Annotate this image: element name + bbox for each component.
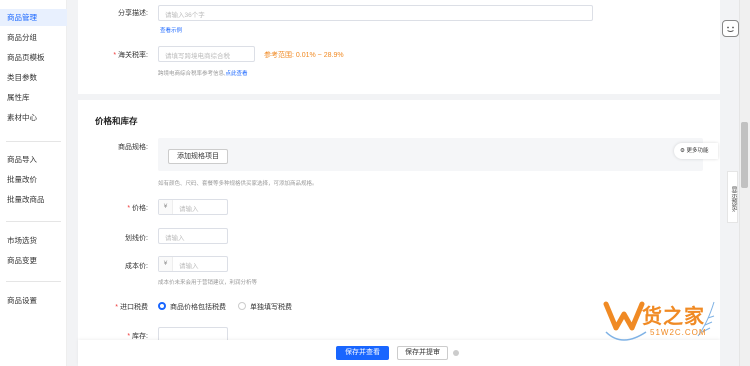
save-and-submit-button[interactable]: 保存并提审 (397, 346, 448, 360)
customs-rate-link[interactable]: 点此查看 (226, 71, 248, 77)
tax-separate-label[interactable]: 单独填写税费 (250, 302, 292, 312)
strike-price-input[interactable]: 请输入 (158, 228, 228, 244)
customs-rate-label: * 海关税率: (113, 52, 148, 59)
spec-box: 添加规格项目 (158, 138, 703, 171)
watermark-brand: 货之家 (642, 306, 705, 328)
cost-price-label: 成本价: (125, 263, 148, 270)
price-label: * 价格: (127, 205, 148, 212)
share-desc-placeholder: 请输入36个字 (165, 12, 205, 19)
preview-toggle[interactable]: 显示预览‹ (727, 171, 738, 223)
sidebar-item-product-management[interactable]: 商品管理 (0, 9, 67, 26)
customs-rate-range: 参考范围: 0.01% ~ 28.9% (264, 52, 344, 59)
price-placeholder: 请输入 (179, 206, 199, 213)
sidebar-item-product-settings[interactable]: 商品设置 (0, 292, 67, 309)
price-section-title: 价格和库存 (95, 116, 138, 126)
sidebar-item-product-changes[interactable]: 商品变更 (0, 252, 67, 269)
tax-included-label[interactable]: 商品价格包括税费 (170, 302, 226, 312)
watermark-domain: 51W2C.COM (650, 328, 707, 337)
share-desc-input[interactable]: 请输入36个字 (158, 5, 593, 21)
sidebar-divider (6, 281, 61, 282)
cost-price-hint: 成本价未来会用于营销建议，利润分析等 (158, 280, 258, 286)
tax-included-radio[interactable] (158, 302, 166, 310)
smiley-icon[interactable] (722, 20, 739, 37)
yuan-prefix: ¥ (159, 257, 173, 271)
view-example-link[interactable]: 查看示例 (160, 26, 182, 34)
sidebar: 商品管理 商品分组 商品页模板 类目参数 属性库 素材中心 商品导入 批量改价 … (0, 0, 67, 366)
help-icon[interactable] (453, 350, 459, 356)
spec-hint: 如有颜色、尺码、套餐等多种规格供买家选择，可添加商品规格。 (158, 181, 318, 187)
sidebar-item-product-import[interactable]: 商品导入 (0, 151, 67, 168)
price-input[interactable]: ¥ 请输入 (158, 199, 228, 215)
tax-separate-radio[interactable] (238, 302, 246, 310)
strike-price-label: 划线价: (125, 235, 148, 242)
share-desc-label: 分享描述: (118, 10, 148, 17)
strike-price-placeholder: 请输入 (165, 235, 185, 242)
sidebar-divider (6, 141, 61, 142)
sidebar-item-market-sourcing[interactable]: 市场选货 (0, 232, 67, 249)
scrollbar-thumb[interactable] (741, 122, 748, 188)
yuan-prefix: ¥ (159, 200, 173, 214)
sidebar-item-page-templates[interactable]: 商品页模板 (0, 49, 67, 66)
spec-label: 商品规格: (118, 144, 148, 151)
more-functions-button[interactable]: ⚙ 更多功能 (674, 143, 718, 159)
customs-rate-hint: 跨境电商综合税率参考信息,点此查看 (158, 71, 248, 77)
sidebar-item-product-groups[interactable]: 商品分组 (0, 29, 67, 46)
sidebar-item-bulk-price[interactable]: 批量改价 (0, 171, 67, 188)
import-tax-label: * 进口税费 (115, 304, 148, 311)
customs-rate-placeholder: 请填写跨境电商综合税 (165, 53, 230, 60)
gear-icon: ⚙ (680, 148, 685, 154)
chevron-left-icon: ‹ (730, 209, 736, 212)
sidebar-item-category-params[interactable]: 类目参数 (0, 69, 67, 86)
cost-price-input[interactable]: ¥ 请输入 (158, 256, 228, 272)
add-spec-button[interactable]: 添加规格项目 (168, 149, 228, 164)
watermark-logo: 货之家 51W2C.COM (602, 292, 722, 352)
sidebar-divider (6, 221, 61, 222)
cost-price-placeholder: 请输入 (179, 263, 199, 270)
sidebar-item-bulk-edit[interactable]: 批量改商品 (0, 191, 67, 208)
save-and-view-button[interactable]: 保存并查看 (336, 346, 389, 360)
customs-rate-input[interactable]: 请填写跨境电商综合税 (158, 46, 255, 62)
sidebar-item-asset-center[interactable]: 素材中心 (0, 109, 67, 126)
sidebar-item-attribute-library[interactable]: 属性库 (0, 89, 67, 106)
